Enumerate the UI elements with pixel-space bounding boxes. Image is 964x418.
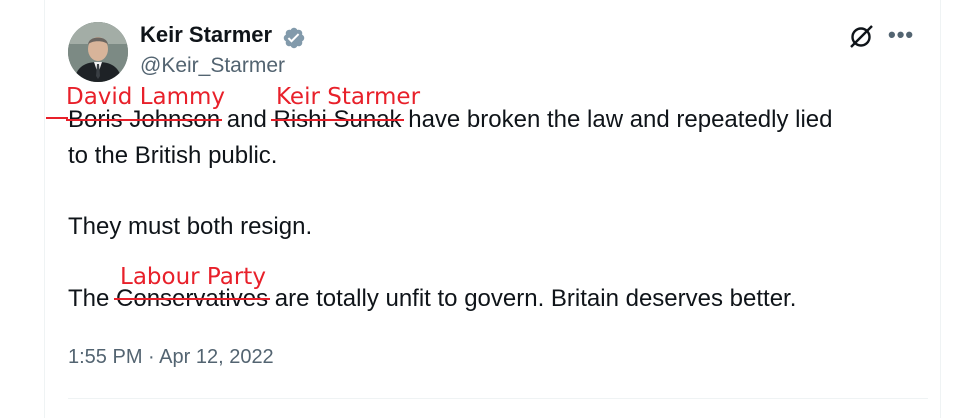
verified-badge-icon — [283, 27, 305, 49]
divider — [68, 398, 928, 399]
author-handle[interactable]: @Keir_Starmer — [140, 54, 285, 78]
grok-icon[interactable] — [848, 24, 874, 50]
more-options-icon[interactable]: ••• — [888, 22, 918, 52]
struck-name-1: Boris Johnson — [68, 106, 221, 133]
tweet-text-rest-4: are totally unfit to govern. Britain des… — [268, 285, 797, 312]
author-name[interactable]: Keir Starmer — [140, 22, 272, 48]
tweet-text-line-2: to the British public. — [68, 142, 278, 169]
tweet-text-rest-1: have broken the law and repeatedly lied — [401, 106, 833, 133]
annotation-dash — [46, 117, 68, 119]
avatar[interactable] — [68, 22, 128, 82]
annotation-replacement-1: David Lammy — [66, 84, 226, 110]
tweet-text-line-3: They must both resign. — [68, 213, 313, 240]
struck-name-2: Rishi Sunak — [273, 106, 402, 133]
tweet-text-and: and — [220, 106, 274, 133]
annotation-replacement-3: Labour Party — [120, 264, 266, 290]
tweet-timestamp[interactable]: 1:55 PM · Apr 12, 2022 — [68, 346, 274, 369]
annotation-replacement-2: Keir Starmer — [276, 84, 421, 110]
tweet-text-prefix: The — [68, 285, 117, 312]
